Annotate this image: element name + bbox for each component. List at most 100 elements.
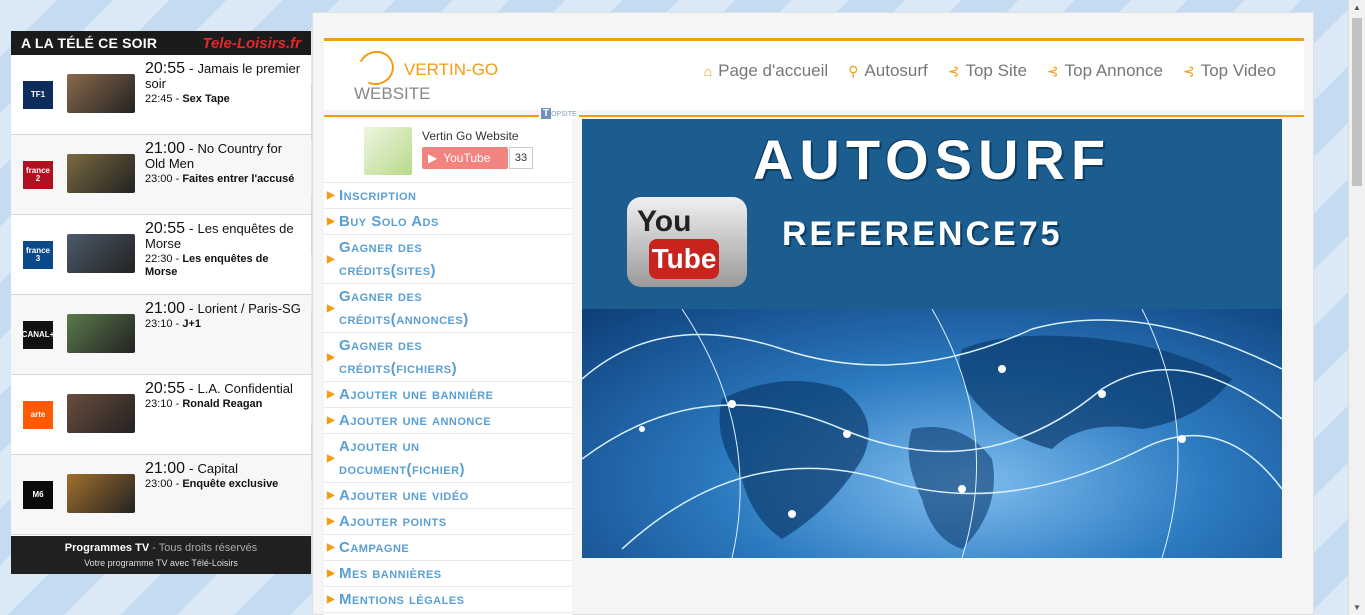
- channel-logo-icon[interactable]: france 3: [23, 241, 53, 269]
- sidebar-item-1[interactable]: ▶ Inscription: [324, 183, 572, 209]
- sidebar-item-12[interactable]: ▶ Mes bannières: [324, 561, 572, 587]
- sidebar-item-7[interactable]: ▶ Ajouter une annonce: [324, 408, 572, 434]
- second-time: 23:10: [145, 398, 173, 410]
- program-thumbnail[interactable]: [67, 314, 135, 353]
- prime-title[interactable]: Capital: [198, 461, 238, 476]
- program-info: 20:55 - L.A. Confidential 23:10 - Ronald…: [145, 380, 293, 411]
- arrow-right-icon: ▶: [327, 216, 336, 227]
- nav-item-top-annonce[interactable]: ⊰ Top Annonce: [1047, 61, 1163, 81]
- prime-title[interactable]: L.A. Confidential: [198, 381, 293, 396]
- program-info: 21:00 - Capital 23:00 - Enquête exclusiv…: [145, 460, 279, 491]
- sidebar-item-label: Gagner des crédits(fichiers): [339, 337, 458, 377]
- sidebar-item-6[interactable]: ▶ Ajouter une bannière: [324, 382, 572, 408]
- sidebar-item-label: Ajouter une bannière: [339, 386, 494, 403]
- channel-logo-icon[interactable]: M6: [23, 481, 53, 509]
- sidebar-item-10[interactable]: ▶ Ajouter points: [324, 509, 572, 535]
- second-title[interactable]: Sex Tape: [182, 93, 230, 105]
- tv-widget: A LA TÉLÉ CE SOIR Tele-Loisirs.fr TF1 20…: [11, 31, 311, 574]
- second-title[interactable]: J+1: [182, 318, 201, 330]
- prime-time: 21:00: [145, 300, 186, 317]
- logo-subtitle[interactable]: WEBSITE: [354, 84, 431, 104]
- sidebar-item-label: Inscription: [339, 187, 417, 204]
- arrow-right-icon: ▶: [327, 351, 336, 363]
- footer-tagline[interactable]: Votre programme TV avec Télé-Loisirs: [11, 558, 311, 568]
- arrow-right-icon: ▶: [327, 568, 336, 579]
- header-divider: [324, 115, 1304, 117]
- second-title[interactable]: Faites entrer l'accusé: [182, 173, 294, 185]
- second-time: 22:30: [145, 253, 173, 265]
- channel-name[interactable]: Vertin Go Website: [422, 129, 519, 143]
- youtube-subscribe-button[interactable]: ▶ YouTube: [422, 147, 508, 169]
- page-scrollbar[interactable]: ▲ ▼: [1348, 0, 1365, 615]
- tv-widget-footer: Programmes TV - Tous droits réservés Vot…: [11, 536, 311, 574]
- autosurf-banner[interactable]: AUTOSURF You Tube REFERENCE75: [582, 119, 1282, 309]
- sidebar-item-label: Ajouter une vidéo: [339, 487, 469, 504]
- logo-title[interactable]: VERTIN-GO: [404, 60, 498, 80]
- home-icon: ⌂: [703, 63, 713, 79]
- second-time: 23:00: [145, 478, 173, 490]
- sidebar: Vertin Go Website ▶ YouTube 33 ▶ Inscript…: [324, 119, 572, 615]
- tv-program-row[interactable]: TF1 20:55 - Jamais le premier soir 22:45…: [11, 55, 311, 135]
- scroll-down-icon[interactable]: ▼: [1353, 603, 1361, 612]
- sidebar-item-label: Gagner des crédits(annonces): [339, 288, 469, 328]
- nav-item-top-site[interactable]: ⊰ Top Site: [948, 61, 1027, 81]
- youtube-logo-icon: You Tube: [627, 197, 747, 287]
- channel-logo-icon[interactable]: arte: [23, 401, 53, 429]
- channel-logo-icon[interactable]: CANAL+: [22, 321, 54, 349]
- sidebar-item-11[interactable]: ▶ Campagne: [324, 535, 572, 561]
- arrow-right-icon: ▶: [327, 452, 336, 464]
- nav-item-label: Page d'accueil: [718, 61, 829, 80]
- sidebar-item-label: Ajouter une annonce: [339, 412, 492, 429]
- arrow-right-icon: ▶: [327, 253, 336, 265]
- footer-programmes-link[interactable]: Programmes TV: [65, 542, 149, 554]
- tv-program-row[interactable]: arte 20:55 - L.A. Confidential 23:10 - R…: [11, 375, 311, 455]
- sidebar-item-label: Campagne: [339, 539, 410, 556]
- program-thumbnail[interactable]: [67, 474, 135, 513]
- program-thumbnail[interactable]: [67, 154, 135, 193]
- program-thumbnail[interactable]: [67, 74, 135, 113]
- channel-avatar[interactable]: [364, 127, 412, 175]
- nav-item-page-d-accueil[interactable]: ⌂ Page d'accueil: [704, 61, 829, 81]
- nav-item-label: Top Annonce: [1064, 61, 1163, 80]
- nav-item-top-video[interactable]: ⊰ Top Video: [1183, 61, 1276, 81]
- arrow-right-icon: ▶: [327, 190, 336, 201]
- tv-program-row[interactable]: M6 21:00 - Capital 23:00 - Enquête exclu…: [11, 455, 311, 535]
- prime-title[interactable]: Lorient / Paris-SG: [198, 301, 301, 316]
- topsite-text: OPSITE: [551, 111, 577, 118]
- arrow-right-icon: ▶: [327, 542, 336, 553]
- sidebar-item-2[interactable]: ▶ Buy Solo Ads: [324, 209, 572, 235]
- sidebar-item-8[interactable]: ▶ Ajouter un document(fichier): [324, 434, 572, 483]
- tele-loisirs-logo[interactable]: Tele-Loisirs.fr: [202, 35, 301, 52]
- sidebar-item-3[interactable]: ▶ Gagner des crédits(sites): [324, 235, 572, 284]
- nav-item-autosurf[interactable]: ⚲ Autosurf: [848, 61, 928, 81]
- tv-program-list: TF1 20:55 - Jamais le premier soir 22:45…: [11, 55, 311, 535]
- second-title[interactable]: Enquête exclusive: [182, 478, 278, 490]
- scroll-up-icon[interactable]: ▲: [1353, 3, 1361, 12]
- sidebar-item-9[interactable]: ▶ Ajouter une vidéo: [324, 483, 572, 509]
- sidebar-item-label: Mes bannières: [339, 565, 442, 582]
- program-thumbnail[interactable]: [67, 394, 135, 433]
- tv-program-row[interactable]: france 2 21:00 - No Country for Old Men …: [11, 135, 311, 215]
- tv-program-row[interactable]: CANAL+ 21:00 - Lorient / Paris-SG 23:10 …: [11, 295, 311, 375]
- arrow-right-icon: ▶: [327, 415, 336, 426]
- youtube-button-label: YouTube: [443, 151, 491, 165]
- topsite-badge[interactable]: T OPSITE: [539, 108, 579, 119]
- second-title[interactable]: Ronald Reagan: [182, 398, 262, 410]
- program-info: 20:55 - Jamais le premier soir 22:45 - S…: [145, 60, 301, 106]
- program-info: 20:55 - Les enquêtes de Morse 22:30 - Le…: [145, 220, 294, 279]
- program-thumbnail[interactable]: [67, 234, 135, 273]
- footer-rights: - Tous droits réservés: [149, 542, 258, 554]
- channel-logo-icon[interactable]: TF1: [23, 81, 53, 109]
- sidebar-item-13[interactable]: ▶ Mentions légales: [324, 587, 572, 613]
- tv-program-row[interactable]: france 3 20:55 - Les enquêtes de Morse 2…: [11, 215, 311, 295]
- banner-subline: REFERENCE75: [782, 215, 1063, 253]
- sidebar-item-5[interactable]: ▶ Gagner des crédits(fichiers): [324, 333, 572, 382]
- channel-logo-icon[interactable]: france 2: [23, 161, 53, 189]
- scroll-thumb[interactable]: [1352, 18, 1362, 186]
- subscriber-count: 33: [509, 147, 533, 169]
- world-network-image: [582, 309, 1282, 558]
- sidebar-item-4[interactable]: ▶ Gagner des crédits(annonces): [324, 284, 572, 333]
- second-time: 23:10: [145, 318, 173, 330]
- arrow-left-icon: ⊰: [1046, 62, 1059, 79]
- sidebar-item-label: Mentions légales: [339, 591, 465, 608]
